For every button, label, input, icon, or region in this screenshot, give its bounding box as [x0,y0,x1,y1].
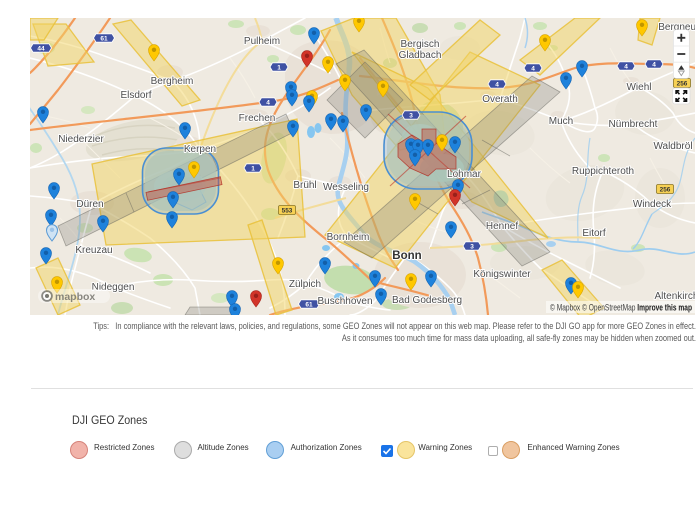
svg-text:Brühl: Brühl [293,180,316,191]
svg-text:Wesseling: Wesseling [323,182,369,193]
svg-text:Zülpich: Zülpich [289,279,321,290]
svg-text:4: 4 [652,61,656,68]
svg-text:Hennef: Hennef [486,221,518,232]
svg-text:44: 44 [37,45,45,52]
svg-text:Bornheim: Bornheim [327,232,370,243]
svg-text:Waldbröl: Waldbröl [653,141,692,152]
svg-text:Bergheim: Bergheim [151,76,194,87]
svg-text:Lohmar: Lohmar [447,169,482,180]
svg-text:4: 4 [624,63,628,70]
svg-text:256: 256 [677,80,688,87]
svg-text:4: 4 [495,81,499,88]
svg-text:4: 4 [266,99,270,106]
svg-text:Frechen: Frechen [239,113,276,124]
svg-text:61: 61 [305,301,313,308]
svg-text:Eitorf: Eitorf [582,228,606,239]
svg-text:Nümbrecht: Nümbrecht [609,119,658,130]
svg-text:1: 1 [251,165,255,172]
svg-text:3: 3 [470,243,474,250]
svg-text:Wiehl: Wiehl [626,82,651,93]
svg-text:Bad Godesberg: Bad Godesberg [392,295,462,306]
svg-text:Ruppichteroth: Ruppichteroth [572,166,634,177]
svg-text:Windeck: Windeck [633,199,672,210]
svg-text:Kerpen: Kerpen [184,144,216,155]
svg-text:61: 61 [100,35,108,42]
svg-text:3: 3 [409,112,413,119]
svg-text:Gladbach: Gladbach [399,50,442,61]
svg-text:Buschhoven: Buschhoven [317,296,372,307]
svg-text:Overath: Overath [482,94,518,105]
svg-text:1: 1 [277,64,281,71]
svg-text:Düren: Düren [76,199,103,210]
svg-text:Pulheim: Pulheim [244,36,280,47]
svg-text:mapbox: mapbox [55,291,95,303]
svg-text:Bergisch: Bergisch [401,39,440,50]
svg-text:Niederzier: Niederzier [58,134,104,145]
svg-text:Kreuzau: Kreuzau [75,245,112,256]
svg-text:553: 553 [282,207,293,214]
svg-text:Altenkirchen: Altenkirchen [654,291,695,302]
svg-text:256: 256 [660,186,671,193]
svg-text:Much: Much [549,116,573,127]
svg-text:Bonn: Bonn [392,250,421,262]
svg-text:Königswinter: Königswinter [473,269,531,280]
svg-text:© Mapbox © OpenStreetMap Impro: © Mapbox © OpenStreetMap Improve this ma… [550,303,692,313]
svg-text:4: 4 [531,65,535,72]
svg-text:Elsdorf: Elsdorf [120,90,151,101]
